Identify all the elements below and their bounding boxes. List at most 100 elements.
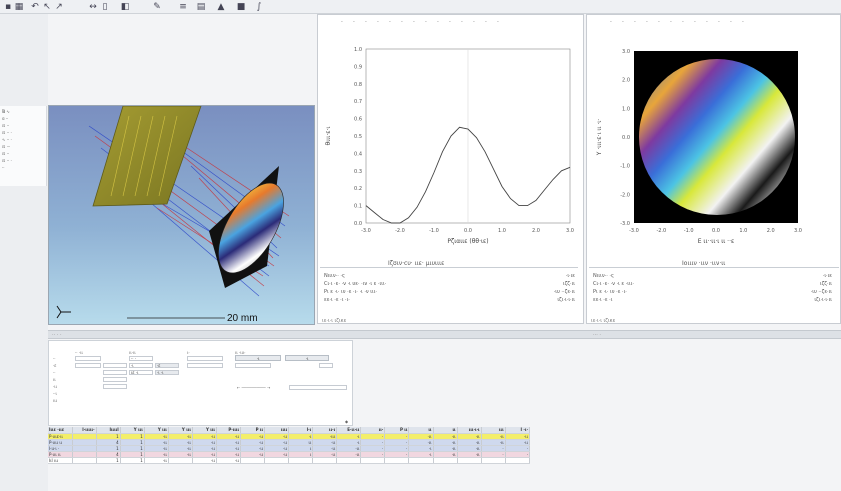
table-cell: ·ιι: [216, 457, 242, 464]
table-cell: [240, 457, 266, 464]
curve-icon[interactable]: ∫: [254, 2, 264, 12]
profile-info-value: ·ι·ιε: [565, 273, 575, 279]
x-axis-label: Ρζιαιιε (θθ·ιε): [447, 238, 488, 245]
option-field-8[interactable]: [187, 363, 223, 368]
map-x-axis-label: Ε ιι··ιι·ι ιι ··ε: [698, 238, 735, 245]
left-sidebar: [0, 14, 48, 491]
tree-item[interactable]: ··: [2, 165, 5, 170]
option-label-7: ιιι: [53, 398, 58, 403]
options-panel: ·· ·ιι ιι·ιι ι· ιι ·ιιι· ·· ·ε ·· ιι ·ιι…: [48, 340, 353, 426]
tree-item[interactable]: ⊡ ··: [2, 151, 9, 156]
arrow-icon[interactable]: ↗: [54, 2, 64, 12]
map-y-axis-label: Υ ·ιιι·ε·ι ιι ·ι·: [596, 119, 603, 156]
map-info-line: Cι·ι ·ε· ·ν ·ι ε ·ιιι·: [593, 281, 634, 287]
map-info-divider: [589, 267, 839, 268]
measure-icon[interactable]: ↔: [88, 2, 98, 12]
chart-icon[interactable]: ▤: [196, 2, 206, 12]
y-tick-label: 0.6: [354, 117, 362, 123]
table-cell: [384, 457, 410, 464]
x-tick-label: 1.0: [498, 228, 506, 234]
tree-item[interactable]: ⊡ ···: [2, 144, 10, 149]
x-tick-label: -3.0: [361, 228, 371, 234]
map-info-value: ιζι·ι·ι·ιι: [814, 297, 832, 303]
map-y-tick-label: 1.0: [622, 106, 630, 112]
map-info-line: Nιιιν·· ·ς: [593, 273, 614, 279]
map-x-tick-label: 2.0: [767, 228, 775, 234]
lower-bar-left: ·· · ·: [52, 332, 62, 338]
3d-scene[interactable]: 20 mm: [49, 106, 315, 325]
scale-label: 20 mm: [227, 313, 258, 324]
grid-icon[interactable]: ▦: [14, 2, 24, 12]
map-x-tick-label: -1.0: [684, 228, 694, 234]
profile-chart[interactable]: -3.0 -2.0 -1.0 0.0 1.0 2.0 3.0 0.0 0.1 0.2 0.3 0.4 0…: [318, 15, 583, 255]
option-field-1[interactable]: [75, 356, 101, 361]
tree-item[interactable]: ⊡ ·· ·: [2, 158, 12, 163]
y-axis-label: θιιι·ε·ι: [325, 127, 332, 146]
tree-item[interactable]: ⊡ ·· ·: [2, 130, 12, 135]
option-field-6[interactable]: [103, 384, 127, 389]
option-label-6: ··ι: [53, 391, 57, 396]
map-plot-panel: · · · · · · · · · · · · -3.0 -2.0 -1.0 0.0 1.0 2.0 3.0 -3.…: [586, 14, 841, 324]
table-cell: ·ιι: [144, 457, 169, 464]
pencil-icon[interactable]: ✎: [152, 2, 162, 12]
profile-info-line: Cι·ι ·ε· ·ν ·ι υε· ·ιν ·ι ε ·ιιι·: [324, 281, 387, 287]
lower-panel-bar: ·· · · ··· ·: [48, 330, 841, 339]
option-label-1: ··: [53, 356, 56, 361]
x-tick-label: 0.0: [464, 228, 472, 234]
option-value-2[interactable]: ·ι: [129, 363, 153, 368]
table-cell: [433, 457, 458, 464]
y-tick-label: 0.7: [354, 99, 362, 105]
option-value-1[interactable]: ·· ·: [129, 356, 153, 361]
option-value-4[interactable]: ·ε: [155, 363, 179, 368]
option-field-5[interactable]: [103, 377, 127, 382]
option-field-7[interactable]: [187, 356, 223, 361]
document-icon[interactable]: ▯: [100, 2, 110, 12]
profile-plot-panel: · · · · · · · · · · · · · · -3.0 -2.0 -1.0 0.0 1.0 2.0 3.0 0…: [317, 14, 584, 324]
option-field-4[interactable]: [103, 370, 127, 375]
tree-item[interactable]: ∿ ·· ·: [2, 137, 12, 142]
option-value-5[interactable]: ·ι ·ι: [155, 370, 179, 375]
tree-item[interactable]: ⊡ ··: [2, 123, 9, 128]
tree-item[interactable]: ₪ ∿: [2, 109, 10, 114]
map-info-line: Pι ε ·ι· ιν ·ε ·ι·: [593, 289, 627, 295]
y-tick-label: 0.5: [354, 134, 362, 140]
option-label-4: ιι: [53, 377, 56, 382]
table-row[interactable]: ΙιΙ ιιι 1 1 ·ιι ·ιι ·ιι: [48, 457, 531, 464]
x-tick-label: 2.0: [532, 228, 540, 234]
map-y-tick-label: 2.0: [622, 78, 630, 84]
new-file-icon[interactable]: ▪: [3, 2, 13, 12]
y-tick-label: 0.3: [354, 169, 362, 175]
option-field-2[interactable]: [75, 363, 101, 368]
3d-view-panel[interactable]: 20 mm: [48, 105, 315, 325]
tree-item[interactable]: ɑ ··: [2, 116, 8, 121]
option-field-3[interactable]: [103, 363, 127, 368]
profile-info-value: ·ιυ ··ζε·ιι: [553, 289, 575, 295]
map-x-tick-label: 3.0: [794, 228, 802, 234]
bookmark-icon[interactable]: ◧: [120, 2, 130, 12]
square-icon[interactable]: ■: [236, 2, 246, 12]
option-field-11[interactable]: [289, 385, 347, 390]
table-cell: [481, 457, 506, 464]
option-button-2[interactable]: ·ι: [285, 355, 329, 361]
option-value-3[interactable]: ιε ·ι: [129, 370, 153, 375]
profile-info-divider: [320, 267, 578, 268]
option-field-9[interactable]: [235, 363, 271, 368]
map-chart[interactable]: -3.0 -2.0 -1.0 0.0 1.0 2.0 3.0 -3.0 -2.0 -1.0 0.0 1…: [587, 15, 840, 255]
profile-info-value: ιζζ·ιι: [562, 281, 575, 287]
map-y-tick-label: -1.0: [620, 164, 630, 170]
option-field-10[interactable]: [319, 363, 333, 368]
cursor-icon[interactable]: ↖: [42, 2, 52, 12]
triangle-icon[interactable]: ▲: [216, 2, 226, 12]
option-button-1[interactable]: ·ι: [235, 355, 281, 361]
option-slider[interactable]: ← ────────── →: [237, 385, 270, 390]
profile-info-value: ιζι·ι·ι·ιι: [557, 297, 575, 303]
map-info-value: ιζζ·ιι: [819, 281, 832, 287]
list-icon[interactable]: ≡: [178, 2, 188, 12]
table-cell: [457, 457, 482, 464]
main-toolbar: ▪ ▦ ↶ ↖ ↗ ↔ ▯ ◧ ✎ ≡ ▤ ▲ ■ ∫: [0, 0, 841, 14]
table-cell: [408, 457, 434, 464]
table-cell: [264, 457, 290, 464]
table-cell: ΙιΙ ιιι: [48, 457, 73, 464]
undo-icon[interactable]: ↶: [30, 2, 40, 12]
profile-info-line: Nιιιν·· ·ς: [324, 273, 345, 279]
